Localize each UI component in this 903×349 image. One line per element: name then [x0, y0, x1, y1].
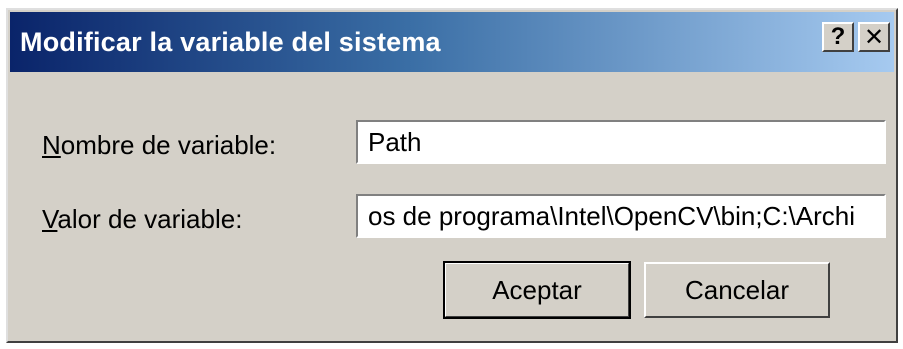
variable-value-mnemonic: V	[42, 204, 58, 234]
close-icon: ✕	[863, 23, 885, 51]
close-button[interactable]: ✕	[858, 22, 890, 52]
variable-value-label-text: alor de variable:	[57, 204, 243, 234]
variable-name-label-text: ombre de variable:	[60, 130, 277, 160]
variable-value-label: Valor de variable:	[42, 204, 242, 235]
accept-button-label: Aceptar	[492, 274, 582, 305]
variable-name-input[interactable]: Path	[356, 120, 886, 164]
title-bar[interactable]: Modificar la variable del sistema ? ✕	[10, 12, 894, 72]
cancel-button-label: Cancelar	[684, 274, 790, 305]
accept-button[interactable]: Aceptar	[443, 261, 631, 319]
help-button[interactable]: ?	[822, 22, 854, 52]
variable-name-value: Path	[368, 126, 422, 157]
variable-name-mnemonic: N	[42, 130, 61, 160]
variable-name-label: Nombre de variable:	[42, 130, 276, 161]
window-title: Modificar la variable del sistema	[20, 26, 441, 57]
variable-value-input[interactable]: os de programa\Intel\OpenCV\bin;C:\Archi	[356, 194, 886, 238]
edit-system-variable-dialog: Modificar la variable del sistema ? ✕ No…	[6, 8, 898, 343]
question-mark-icon: ?	[830, 23, 846, 50]
variable-value-text: os de programa\Intel\OpenCV\bin;C:\Archi	[368, 200, 856, 231]
cancel-button[interactable]: Cancelar	[644, 262, 830, 318]
